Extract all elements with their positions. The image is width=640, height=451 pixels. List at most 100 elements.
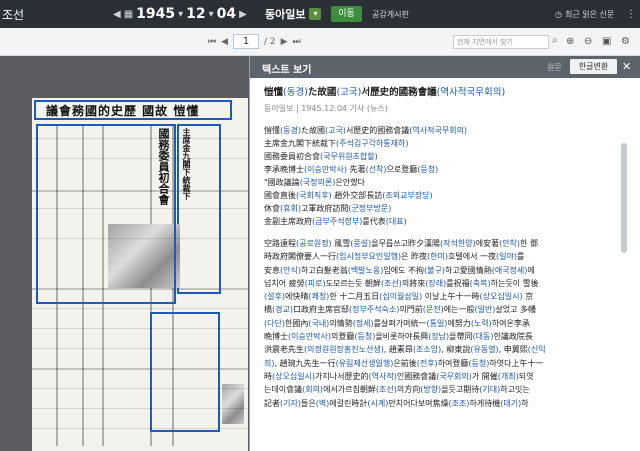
hanja-text: 이날上午十一時 — [422, 292, 480, 302]
article-highlight-body — [36, 124, 176, 304]
page-search-input[interactable]: 현재 지면에서 찾기 — [453, 35, 549, 49]
hangul-reading: (대기) — [500, 398, 522, 408]
hanja-text: 들은 — [300, 398, 316, 408]
hanja-text: 살었고 多幡 — [495, 305, 537, 315]
hanja-text: 하고잇는 — [500, 385, 530, 395]
fit-page-icon[interactable]: ▣ — [602, 36, 611, 47]
hanja-text: 를살펴가며統一 — [373, 318, 427, 328]
hangul-reading: (유동열) — [470, 345, 499, 355]
hanja-text: た故國 — [300, 126, 325, 135]
hangul-reading: (등청) — [354, 332, 376, 342]
close-icon[interactable]: ✕ — [622, 60, 631, 73]
recent-papers-link[interactable]: ◷ 최근 읽은 신문 — [555, 0, 614, 28]
last-page-icon[interactable]: ⏭ — [293, 37, 301, 47]
day-value[interactable]: 04 — [217, 6, 236, 22]
newspaper-page-image[interactable]: 議會務國的史歷 國故 愷懂 國務委員初合會 主席金九閣下統裁下 — [32, 98, 248, 451]
hangul-reading: (조조) — [448, 398, 470, 408]
hangul-reading: (등청) — [417, 165, 439, 174]
hanja-text: 에는一般 — [443, 305, 475, 315]
hanja-text: 고軍政府訪問 — [300, 204, 349, 213]
hangul-convert-button[interactable]: 한글변환 — [570, 59, 617, 74]
hanja-text: 에 — [527, 265, 535, 275]
hangul-reading: (국내) — [308, 318, 330, 328]
hangul-reading: (노력) — [470, 318, 492, 328]
hanja-text: 을帶同 — [449, 332, 473, 342]
subheading-line: 李承晩博士(이승만박사) 先著(선착)으로登廳(등청) — [264, 163, 628, 176]
hanja-text: 한 鄧 — [520, 239, 538, 248]
hangul-reading: (금부주석정부) — [312, 217, 363, 226]
month-dropdown-icon[interactable]: ▾ — [209, 9, 214, 20]
body-line: 安息(안식)하고白髮老翁(백발노옹)임에도 不拘(불구)하고愛國情熱(애국정세)… — [264, 264, 628, 277]
clock-icon: ◷ — [555, 9, 562, 19]
hanja-text: 時 — [264, 371, 272, 381]
hangul-reading: (국회직후) — [296, 191, 332, 200]
next-date-icon[interactable]: ▶ — [239, 9, 247, 20]
first-page-icon[interactable]: ⏮ — [208, 37, 216, 47]
text-view-header: 텍스트 보기 원문 한글변환 ✕ — [250, 56, 640, 78]
article-highlight-body-2 — [150, 312, 220, 432]
hanja-text: 하 — [521, 398, 529, 408]
body-line: 희), 趙琬九先生一行(유림제선생일행)은前後(전후)하여登廳(등청)하엿다上午… — [264, 357, 628, 370]
hangul-reading: (조소앙) — [412, 345, 442, 355]
hanja-text: 의將來 — [401, 278, 426, 288]
page-number-input[interactable]: 1 — [233, 34, 260, 49]
hangul-reading: (공로원정) — [296, 239, 332, 248]
hanja-text: 하엿다上午十一 — [489, 358, 544, 368]
year-value[interactable]: 1945 — [136, 6, 175, 22]
zoom-in-icon[interactable]: ⊕ — [566, 36, 574, 47]
zoom-out-icon[interactable]: ⊖ — [584, 36, 592, 47]
hangul-reading: (유림제선생일행) — [335, 358, 394, 368]
hanja-text: 空路遠程 — [264, 239, 296, 248]
hangul-reading: (십이월삼일) — [379, 292, 423, 302]
hanja-text: 에安著 — [475, 239, 500, 248]
hanja-text: , 申翼熙 — [498, 345, 528, 355]
settings-icon[interactable]: ⚙ — [621, 36, 630, 47]
hangul-reading: (방향) — [420, 385, 442, 395]
hangul-reading: (상오십일시) — [479, 292, 523, 302]
prev-date-icon[interactable]: ◀ — [113, 9, 121, 20]
hangul-reading: (이승만박사) — [288, 332, 332, 342]
article-body: 空路遠程(공로원정) 風雪(풍설)을무릅쓰고昨夕漢陽(작석한양)에安著(안착)한… — [264, 237, 628, 410]
subheading-line: 國會直後(국회직후) 趙外交部長訪(조외교부장당) — [264, 189, 628, 202]
month-value[interactable]: 12 — [186, 6, 205, 22]
hangul-reading: (상오십일시) — [272, 371, 316, 381]
more-menu-icon[interactable]: ⋮ — [626, 0, 636, 28]
hangul-reading: (피로) — [304, 278, 326, 288]
body-line: 橋(경교)口政府主席官邸(정부주석숙소)의門前(문전)에는一般(일반)살었고 多… — [264, 303, 628, 316]
newspaper-selector[interactable]: 동아일보 ▾ — [265, 0, 322, 28]
article-meta: 동아일보 | 1945.12.04 기사 (뉴스) — [264, 104, 388, 113]
year-dropdown-icon[interactable]: ▾ — [178, 9, 183, 20]
hanja-text: 의情勢 — [329, 318, 353, 328]
body-line: 넘치어 疲勞(피로)도모르는듯 朝鮮(조선)의將來(장래)를祝福(축복)하는듯이… — [264, 277, 628, 290]
recent-papers-label: 최근 읽은 신문 — [564, 9, 615, 19]
newspaper-viewer[interactable]: 議會務國的史歷 國故 愷懂 國務委員初合會 主席金九閣下統裁下 — [0, 56, 249, 451]
hanja-text: 도모르는듯 朝鮮 — [325, 278, 381, 288]
original-text-tab[interactable]: 원문 — [547, 62, 562, 73]
hanja-text: 하는듯이 雪後 — [490, 278, 539, 288]
next-page-icon[interactable]: ▶ — [281, 37, 288, 47]
hangul-reading: (대동) — [472, 332, 494, 342]
calendar-icon[interactable]: ▦ — [124, 9, 133, 20]
hanja-text: 時政府閣僚要人一行 — [264, 252, 336, 262]
hanja-text: 한議政院長 — [493, 332, 533, 342]
go-button[interactable]: 이동 — [331, 6, 362, 22]
body-line: 空路遠程(공로원정) 風雪(풍설)을무릅쓰고昨夕漢陽(작석한양)에安著(안착)한… — [264, 237, 628, 250]
hanja-text: 넘치어 疲勞 — [264, 278, 305, 288]
hangul-reading: (조외교부장당) — [382, 191, 433, 200]
hangul-reading: (신익 — [527, 345, 546, 355]
chevron-down-icon[interactable]: ▾ — [309, 8, 322, 20]
date-selector: ◀ ▦ 1945 ▾ 12 ▾ 04 ▶ — [113, 0, 247, 28]
hangul-reading: (군정부방문) — [348, 204, 392, 213]
prev-page-icon[interactable]: ◀ — [221, 37, 228, 47]
subheading-line: 主席金九閣下統裁下(주석김구각하통재하) — [264, 137, 628, 150]
search-icon[interactable]: ⌕ — [552, 35, 558, 46]
board-link[interactable]: 공감게시판 — [372, 0, 409, 28]
site-title: 조선 — [2, 7, 25, 22]
hanja-text: 橋 — [264, 305, 272, 315]
hanja-text: 인國務會議 — [396, 371, 437, 381]
scrollbar-thumb[interactable] — [621, 143, 627, 253]
article-title: 愷懂(동경)た故國(고국)서歷史的國務會議(역사적국무회의) — [264, 86, 628, 99]
hanja-text: 李承晩博士 — [264, 165, 304, 174]
body-line: 는데이會議(회의)에서가르침朝鮮(조선)의方向(방향)을듯고期待(기대)하고잇는 — [264, 383, 628, 396]
hanja-text: 國務委員初合會 — [264, 152, 320, 161]
